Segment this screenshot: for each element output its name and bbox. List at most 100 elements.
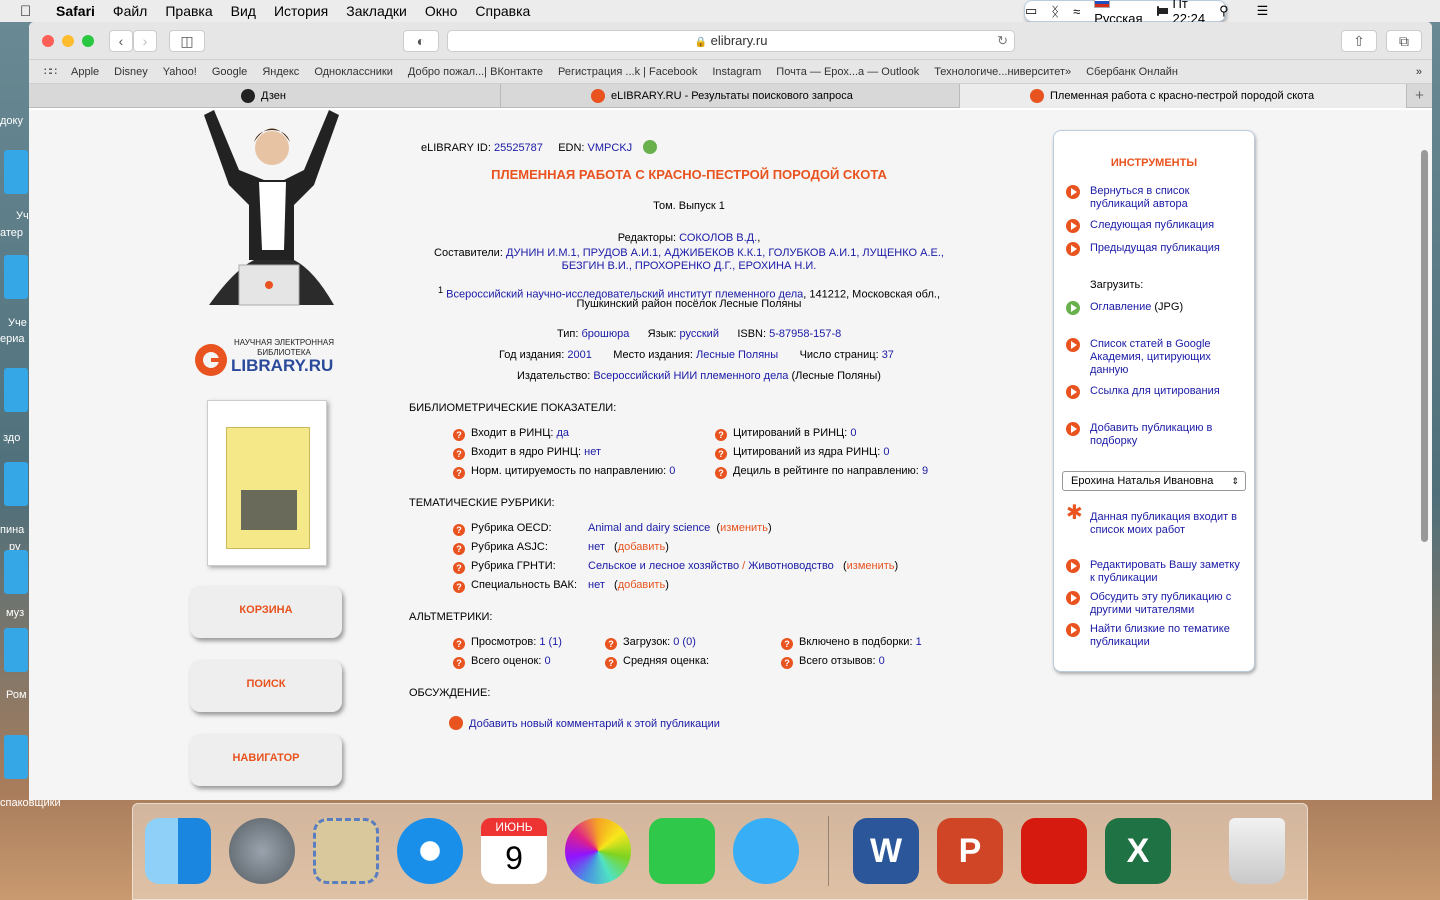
menu-app-name[interactable]: Safari: [56, 3, 95, 19]
finder-icon[interactable]: [145, 818, 211, 884]
help-icon[interactable]: ?: [453, 581, 465, 593]
help-icon[interactable]: ?: [453, 638, 465, 650]
metric-value[interactable]: 9: [922, 465, 928, 477]
desktop-folder-icon[interactable]: [4, 735, 28, 779]
desktop-folder-icon[interactable]: [4, 550, 28, 594]
help-icon[interactable]: ?: [781, 657, 793, 669]
facetime-icon[interactable]: [649, 818, 715, 884]
minimize-window-button[interactable]: [62, 35, 74, 47]
close-window-button[interactable]: [42, 35, 54, 47]
forward-button[interactable]: ›: [133, 30, 157, 52]
menu-view[interactable]: Вид: [231, 3, 256, 19]
menu-file[interactable]: Файл: [113, 3, 147, 19]
menu-help[interactable]: Справка: [475, 3, 530, 19]
bookmark[interactable]: Регистрация ...k | Facebook: [558, 66, 697, 78]
launchpad-icon[interactable]: [229, 818, 295, 884]
notification-center-icon[interactable]: ☰: [1257, 3, 1269, 19]
airplay-icon[interactable]: ▭: [1025, 3, 1037, 19]
trash-icon[interactable]: [1229, 818, 1285, 884]
metric-value[interactable]: 0: [669, 465, 675, 477]
apple-menu-icon[interactable]: : [20, 3, 38, 20]
editor-link[interactable]: СОКОЛОВ В.Д.: [679, 232, 757, 244]
wifi-icon[interactable]: ≈: [1073, 4, 1080, 19]
metric-value[interactable]: да: [556, 427, 569, 439]
menu-edit[interactable]: Правка: [165, 3, 212, 19]
rubric-link[interactable]: Животноводство: [748, 560, 834, 572]
mail-icon[interactable]: [313, 818, 379, 884]
add-link[interactable]: добавить: [618, 579, 665, 591]
alt-value[interactable]: 0: [879, 655, 885, 667]
bookmark[interactable]: Почта — Ерох...а — Outlook: [776, 66, 919, 78]
cart-button[interactable]: КОРЗИНА: [190, 586, 342, 638]
menu-history[interactable]: История: [274, 3, 328, 19]
alt-value[interactable]: 0 (0): [673, 636, 696, 648]
bookmark[interactable]: Технологиче...ниверситет»: [934, 66, 1071, 78]
reader-privacy-icon[interactable]: ◐: [403, 30, 439, 52]
page-scrollbar[interactable]: [1421, 150, 1428, 542]
word-icon[interactable]: W: [853, 818, 919, 884]
bookmark[interactable]: Добро пожал...| ВКонтакте: [408, 66, 543, 78]
back-button[interactable]: ‹: [109, 30, 133, 52]
tabs-overview-button[interactable]: ⧉: [1386, 30, 1422, 52]
help-icon[interactable]: ?: [715, 429, 727, 441]
rubric-link[interactable]: Animal and dairy science: [588, 522, 710, 534]
battery-icon[interactable]: [1156, 6, 1168, 16]
alt-value[interactable]: 1 (1): [539, 636, 562, 648]
help-icon[interactable]: ?: [715, 467, 727, 479]
metric-value[interactable]: 0: [850, 427, 856, 439]
reload-icon[interactable]: ↻: [997, 31, 1008, 51]
desktop-folder-icon[interactable]: [4, 628, 28, 672]
sidebar-toggle-button[interactable]: ◫: [169, 30, 205, 52]
excel-icon[interactable]: X: [1105, 818, 1171, 884]
navigator-button[interactable]: НАВИГАТОР: [190, 734, 342, 786]
more-bookmarks-icon[interactable]: »: [1416, 66, 1422, 78]
bookmark[interactable]: Сбербанк Онлайн: [1086, 66, 1178, 78]
bookmark[interactable]: Apple: [71, 66, 99, 78]
tab-dzen[interactable]: Дзен: [29, 84, 501, 108]
collection-select[interactable]: Ерохина Наталья Ивановна ⇕: [1062, 471, 1246, 491]
zoom-window-button[interactable]: [82, 35, 94, 47]
alt-value[interactable]: 1: [916, 636, 922, 648]
help-icon[interactable]: ?: [453, 524, 465, 536]
help-icon[interactable]: ?: [605, 638, 617, 650]
logo-brand[interactable]: LIBRARY.RU: [231, 356, 333, 376]
add-comment-link[interactable]: Добавить новый комментарий к этой публик…: [449, 716, 720, 730]
publisher-link[interactable]: Всероссийский НИИ племенного дела: [593, 370, 788, 382]
help-icon[interactable]: ?: [453, 657, 465, 669]
bookmark[interactable]: Yahoo!: [163, 66, 197, 78]
book-cover-thumbnail[interactable]: [207, 400, 327, 566]
photos-icon[interactable]: [565, 818, 631, 884]
help-icon[interactable]: ?: [453, 467, 465, 479]
menu-bookmarks[interactable]: Закладки: [346, 3, 407, 19]
calendar-icon[interactable]: ИЮНЬ 9: [481, 818, 547, 884]
qr-code-icon[interactable]: [643, 140, 658, 154]
bookmark[interactable]: Disney: [114, 66, 148, 78]
add-link[interactable]: добавить: [618, 541, 665, 553]
help-icon[interactable]: ?: [715, 448, 727, 460]
edn-value[interactable]: VMPCKJ: [588, 142, 633, 154]
tab-publication[interactable]: Племенная работа с красно-пестрой породо…: [960, 84, 1407, 108]
metric-value[interactable]: 0: [883, 446, 889, 458]
menu-window[interactable]: Окно: [425, 3, 458, 19]
bookmark[interactable]: Instagram: [712, 66, 761, 78]
help-icon[interactable]: ?: [453, 448, 465, 460]
messages-icon[interactable]: [733, 818, 799, 884]
tab-search-results[interactable]: eLIBRARY.RU - Результаты поискового запр…: [501, 84, 960, 108]
compilers-links[interactable]: ДУНИН И.М.1, ПРУДОВ А.И.1, АДЖИБЕКОВ К.К…: [506, 247, 944, 259]
address-bar[interactable]: 🔒 elibrary.ru ↻: [447, 30, 1015, 52]
grid-icon[interactable]: ∷∷: [44, 65, 57, 78]
change-link[interactable]: изменить: [720, 522, 768, 534]
search-button[interactable]: ПОИСК: [190, 660, 342, 712]
new-tab-button[interactable]: +: [1407, 84, 1432, 107]
help-icon[interactable]: ?: [453, 543, 465, 555]
alt-value[interactable]: 0: [544, 655, 550, 667]
metric-value[interactable]: нет: [584, 446, 601, 458]
bluetooth-icon[interactable]: ᛝ: [1051, 4, 1059, 19]
share-button[interactable]: ⇧: [1341, 30, 1377, 52]
bookmark[interactable]: Google: [212, 66, 247, 78]
help-icon[interactable]: ?: [605, 657, 617, 669]
bookmark[interactable]: Одноклассники: [314, 66, 393, 78]
compilers-links[interactable]: БЕЗГИН В.И., ПРОХОРЕНКО Д.Г., ЕРОХИНА Н.…: [562, 260, 817, 272]
rubric-link[interactable]: Сельское и лесное хозяйство: [588, 560, 739, 572]
desktop-folder-icon[interactable]: [4, 462, 28, 506]
